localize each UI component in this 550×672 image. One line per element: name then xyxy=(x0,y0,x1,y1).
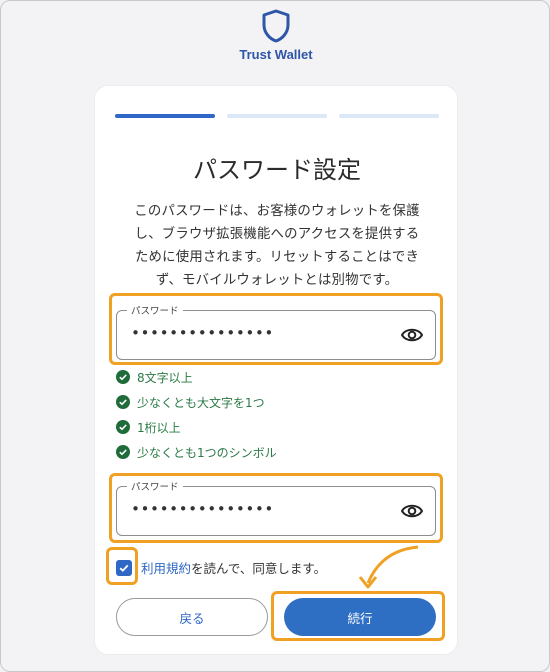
rule-item: 少なくとも大文字を1つ xyxy=(116,394,265,410)
rule-item: 8文字以上 xyxy=(116,369,193,385)
description-line: し、ブラウザ拡張機能へのアクセスを提供する xyxy=(134,227,420,242)
confirm-password-field-label: パスワード xyxy=(127,479,183,493)
app-window: Trust Wallet パスワード設定 このパスワードは、お客様のウォレットを… xyxy=(0,0,550,672)
shield-icon xyxy=(262,9,290,43)
password-field[interactable]: パスワード ••••••••••••••• xyxy=(116,303,436,360)
rule-item: 1桁以上 xyxy=(116,419,181,435)
rule-text: 少なくとも大文字を1つ xyxy=(137,395,265,410)
eye-icon[interactable] xyxy=(401,502,423,520)
password-setup-card: パスワード設定 このパスワードは、お客様のウォレットを保護 し、ブラウザ拡張機能… xyxy=(94,85,458,655)
password-field-label: パスワード xyxy=(127,303,183,317)
page-description: このパスワードは、お客様のウォレットを保護 し、ブラウザ拡張機能へのアクセスを提… xyxy=(115,200,439,292)
description-line: ために使用されます。リセットすることはでき xyxy=(134,250,420,265)
terms-checkbox[interactable] xyxy=(116,559,132,576)
terms-link[interactable]: 利用規約 xyxy=(141,561,191,576)
password-input[interactable]: ••••••••••••••• xyxy=(131,324,274,342)
rule-text: 1桁以上 xyxy=(137,420,181,435)
terms-agreement: 利用規約を読んで、同意します。 xyxy=(116,558,326,577)
continue-button[interactable]: 続行 xyxy=(284,598,436,636)
check-circle-icon xyxy=(116,395,130,409)
rule-text: 少なくとも1つのシンボル xyxy=(137,445,277,460)
check-circle-icon xyxy=(116,370,130,384)
checkmark-icon xyxy=(119,564,129,572)
eye-icon[interactable] xyxy=(401,326,423,344)
description-line: ず、モバイルウォレットとは別物です。 xyxy=(155,273,399,288)
page-title: パスワード設定 xyxy=(193,156,361,184)
rule-text: 8文字以上 xyxy=(137,370,193,385)
confirm-password-input[interactable]: ••••••••••••••• xyxy=(131,500,274,518)
check-circle-icon xyxy=(116,420,130,434)
terms-rest-text: を読んで、同意します。 xyxy=(191,561,327,576)
progress-step-3 xyxy=(339,114,439,118)
confirm-password-field[interactable]: パスワード ••••••••••••••• xyxy=(116,479,436,536)
brand-name: Trust Wallet xyxy=(239,47,313,62)
progress-step-1 xyxy=(115,114,215,118)
check-circle-icon xyxy=(116,445,130,459)
description-line: このパスワードは、お客様のウォレットを保護 xyxy=(134,204,420,219)
brand-header: Trust Wallet xyxy=(1,9,549,62)
terms-text: 利用規約を読んで、同意します。 xyxy=(141,558,326,577)
progress-steps xyxy=(115,114,439,119)
progress-step-2 xyxy=(227,114,327,118)
back-button[interactable]: 戻る xyxy=(116,598,268,636)
rule-item: 少なくとも1つのシンボル xyxy=(116,444,277,460)
